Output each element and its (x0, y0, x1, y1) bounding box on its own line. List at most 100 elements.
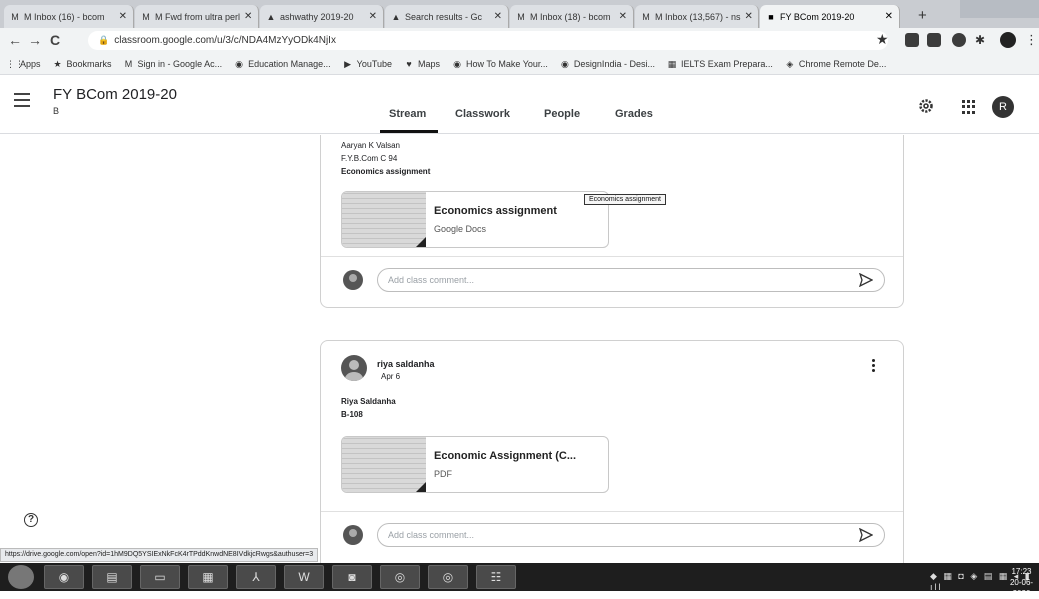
classroom-icon: ■ (768, 11, 774, 22)
chrome-taskbar-icon[interactable]: ◎ (428, 565, 468, 589)
media-icon[interactable]: ◙ (332, 565, 372, 589)
post-body-line: B-108 (341, 410, 363, 419)
puzzle-icon[interactable]: ✱ (975, 33, 989, 47)
browser-tab[interactable]: M M Fwd from ultra perl ✕ (135, 5, 259, 28)
drive-icon: ▲ (391, 11, 401, 22)
extension-icon[interactable] (952, 33, 966, 47)
gmail-icon: M (11, 11, 19, 22)
send-icon[interactable] (859, 273, 873, 287)
bookmark-item[interactable]: ⋮⋮ Apps (6, 59, 41, 69)
close-icon[interactable]: ✕ (365, 11, 377, 22)
tab-label: M Inbox (18) - bcom (530, 11, 611, 22)
presentation-icon[interactable]: ▦ (188, 565, 228, 589)
bookmark-item[interactable]: ▶ YouTube (343, 59, 392, 69)
browser-tab[interactable]: M M Inbox (13,567) - ns ✕ (635, 5, 759, 28)
browser-tab-strip: M M Inbox (16) - bcom ✕ M M Fwd from ult… (0, 0, 1039, 28)
close-icon[interactable]: ✕ (741, 11, 753, 22)
announcement-card: Aaryan K Valsan F.Y.B.Com C 94 Economics… (320, 135, 904, 308)
bookmark-item[interactable]: ♥ Maps (404, 59, 440, 69)
app-window-icon[interactable]: ☷ (476, 565, 516, 589)
commenter-avatar (343, 525, 363, 545)
address-bar[interactable]: 🔒 classroom.google.com/u/3/c/NDA4MzYyODk… (88, 31, 888, 50)
attachment-card[interactable]: Economic Assignment (C... PDF (341, 436, 609, 493)
bookmark-item[interactable]: ★ Bookmarks (53, 59, 111, 69)
more-options-icon[interactable] (872, 359, 875, 372)
classroom-header: FY BCom 2019-20 B Stream Classwork Peopl… (0, 76, 1039, 134)
acrobat-icon[interactable]: ⅄ (236, 565, 276, 589)
main-menu-icon[interactable] (14, 93, 30, 107)
announcement-card: riya saldanha Apr 6 Riya Saldanha B-108 … (320, 340, 904, 565)
bookmark-item[interactable]: ▦ IELTS Exam Prepara... (667, 59, 773, 69)
browser-tab-active[interactable]: ■ FY BCom 2019-20 ✕ (760, 5, 900, 28)
start-button[interactable] (8, 565, 34, 589)
browser-profile-avatar[interactable] (1000, 32, 1016, 48)
class-title[interactable]: FY BCom 2019-20 (53, 86, 177, 103)
folder-icon[interactable]: ▭ (140, 565, 180, 589)
tab-stream[interactable]: Stream (389, 108, 426, 120)
bookmark-item[interactable]: ◈ Chrome Remote De... (785, 58, 886, 69)
attachment-type: PDF (434, 469, 452, 479)
bookmark-item[interactable]: ◉ How To Make Your... (452, 59, 548, 69)
attachment-type: Google Docs (434, 224, 487, 234)
status-bar-url: https://drive.google.com/open?id=1hM9DQ5… (0, 548, 319, 562)
close-icon[interactable]: ✕ (881, 11, 893, 22)
send-icon[interactable] (859, 528, 873, 542)
tab-classwork[interactable]: Classwork (455, 108, 510, 120)
taskbar-clock[interactable]: 17:23 20-06-2020 (1004, 566, 1039, 599)
youtube-icon: ▶ (344, 58, 352, 69)
gmail-icon: M (642, 11, 650, 22)
chrome-taskbar-icon[interactable]: ◎ (380, 565, 420, 589)
lock-icon: 🔒 (98, 35, 110, 45)
class-section: B (53, 106, 60, 116)
forward-icon[interactable]: → (28, 32, 42, 48)
attachment-card[interactable]: Economics assignment Google Docs (341, 191, 609, 248)
browser-menu-icon[interactable]: ⋮ (1025, 32, 1038, 48)
bookmark-item[interactable]: M Sign in - Google Ac... (124, 59, 222, 69)
tab-label: FY BCom 2019-20 (780, 11, 855, 22)
settings-gear-icon[interactable] (918, 98, 934, 114)
bookmarks-bar: ⋮⋮ Apps ★ Bookmarks M Sign in - Google Ac..… (0, 53, 1039, 75)
account-avatar[interactable]: R (992, 96, 1014, 118)
tab-label: M Inbox (13,567) - ns (655, 11, 741, 22)
author-avatar[interactable] (341, 355, 367, 381)
class-comment-input[interactable]: Add class comment... (377, 523, 885, 547)
browser-tab[interactable]: ▲ Search results - Gc ✕ (385, 5, 509, 28)
remote-icon: ◈ (786, 58, 794, 69)
post-author[interactable]: riya saldanha (377, 359, 435, 369)
tab-people[interactable]: People (544, 108, 580, 120)
post-date: Apr 6 (381, 372, 401, 381)
new-tab-button[interactable]: + (918, 7, 927, 24)
tab-label: M Inbox (16) - bcom (24, 11, 105, 22)
globe-icon: ◉ (560, 58, 569, 69)
bookmark-item[interactable]: ◉ Education Manage... (234, 59, 331, 69)
tooltip: Economics assignment (584, 194, 666, 205)
window-controls[interactable] (960, 0, 1039, 18)
help-icon[interactable]: ? (24, 513, 38, 527)
tab-label: Search results - Gc (405, 11, 483, 22)
browser-tab[interactable]: M M Inbox (18) - bcom ✕ (510, 5, 634, 28)
class-comment-input[interactable]: Add class comment... (377, 268, 885, 292)
word-icon[interactable]: W (284, 565, 324, 589)
bookmark-item[interactable]: ◉ DesignIndia - Desi... (560, 59, 655, 69)
browser-tab[interactable]: M M Inbox (16) - bcom ✕ (4, 5, 134, 28)
tab-grades[interactable]: Grades (615, 108, 653, 120)
bookmark-star-icon[interactable]: ★ (876, 31, 889, 48)
browser-tab[interactable]: ▲ ashwathy 2019-20 ✕ (260, 5, 384, 28)
post-body-line: Economics assignment (341, 167, 431, 176)
google-apps-icon[interactable] (962, 100, 976, 114)
extension-icon[interactable] (905, 33, 919, 47)
pdf-thumbnail (342, 437, 426, 492)
clock-date: 20-06-2020 (1009, 578, 1034, 598)
extension-icon[interactable] (927, 33, 941, 47)
windows-taskbar: ◉ ▤ ▭ ▦ ⅄ W ◙ ◎ ◎ ☷ ◆ ▦ ◘ ◈ ▤ ▦ ◂ ▮ ıll … (0, 563, 1039, 598)
file-explorer-icon[interactable]: ▤ (92, 565, 132, 589)
attachment-title: Economic Assignment (C... (434, 450, 577, 462)
close-icon[interactable]: ✕ (490, 11, 502, 22)
back-icon[interactable]: ← (8, 32, 22, 48)
chrome-taskbar-icon[interactable]: ◉ (44, 565, 84, 589)
close-icon[interactable]: ✕ (615, 11, 627, 22)
globe-icon: ◉ (453, 58, 461, 69)
close-icon[interactable]: ✕ (240, 11, 252, 22)
reload-icon[interactable]: C (50, 32, 60, 48)
close-icon[interactable]: ✕ (115, 11, 127, 22)
